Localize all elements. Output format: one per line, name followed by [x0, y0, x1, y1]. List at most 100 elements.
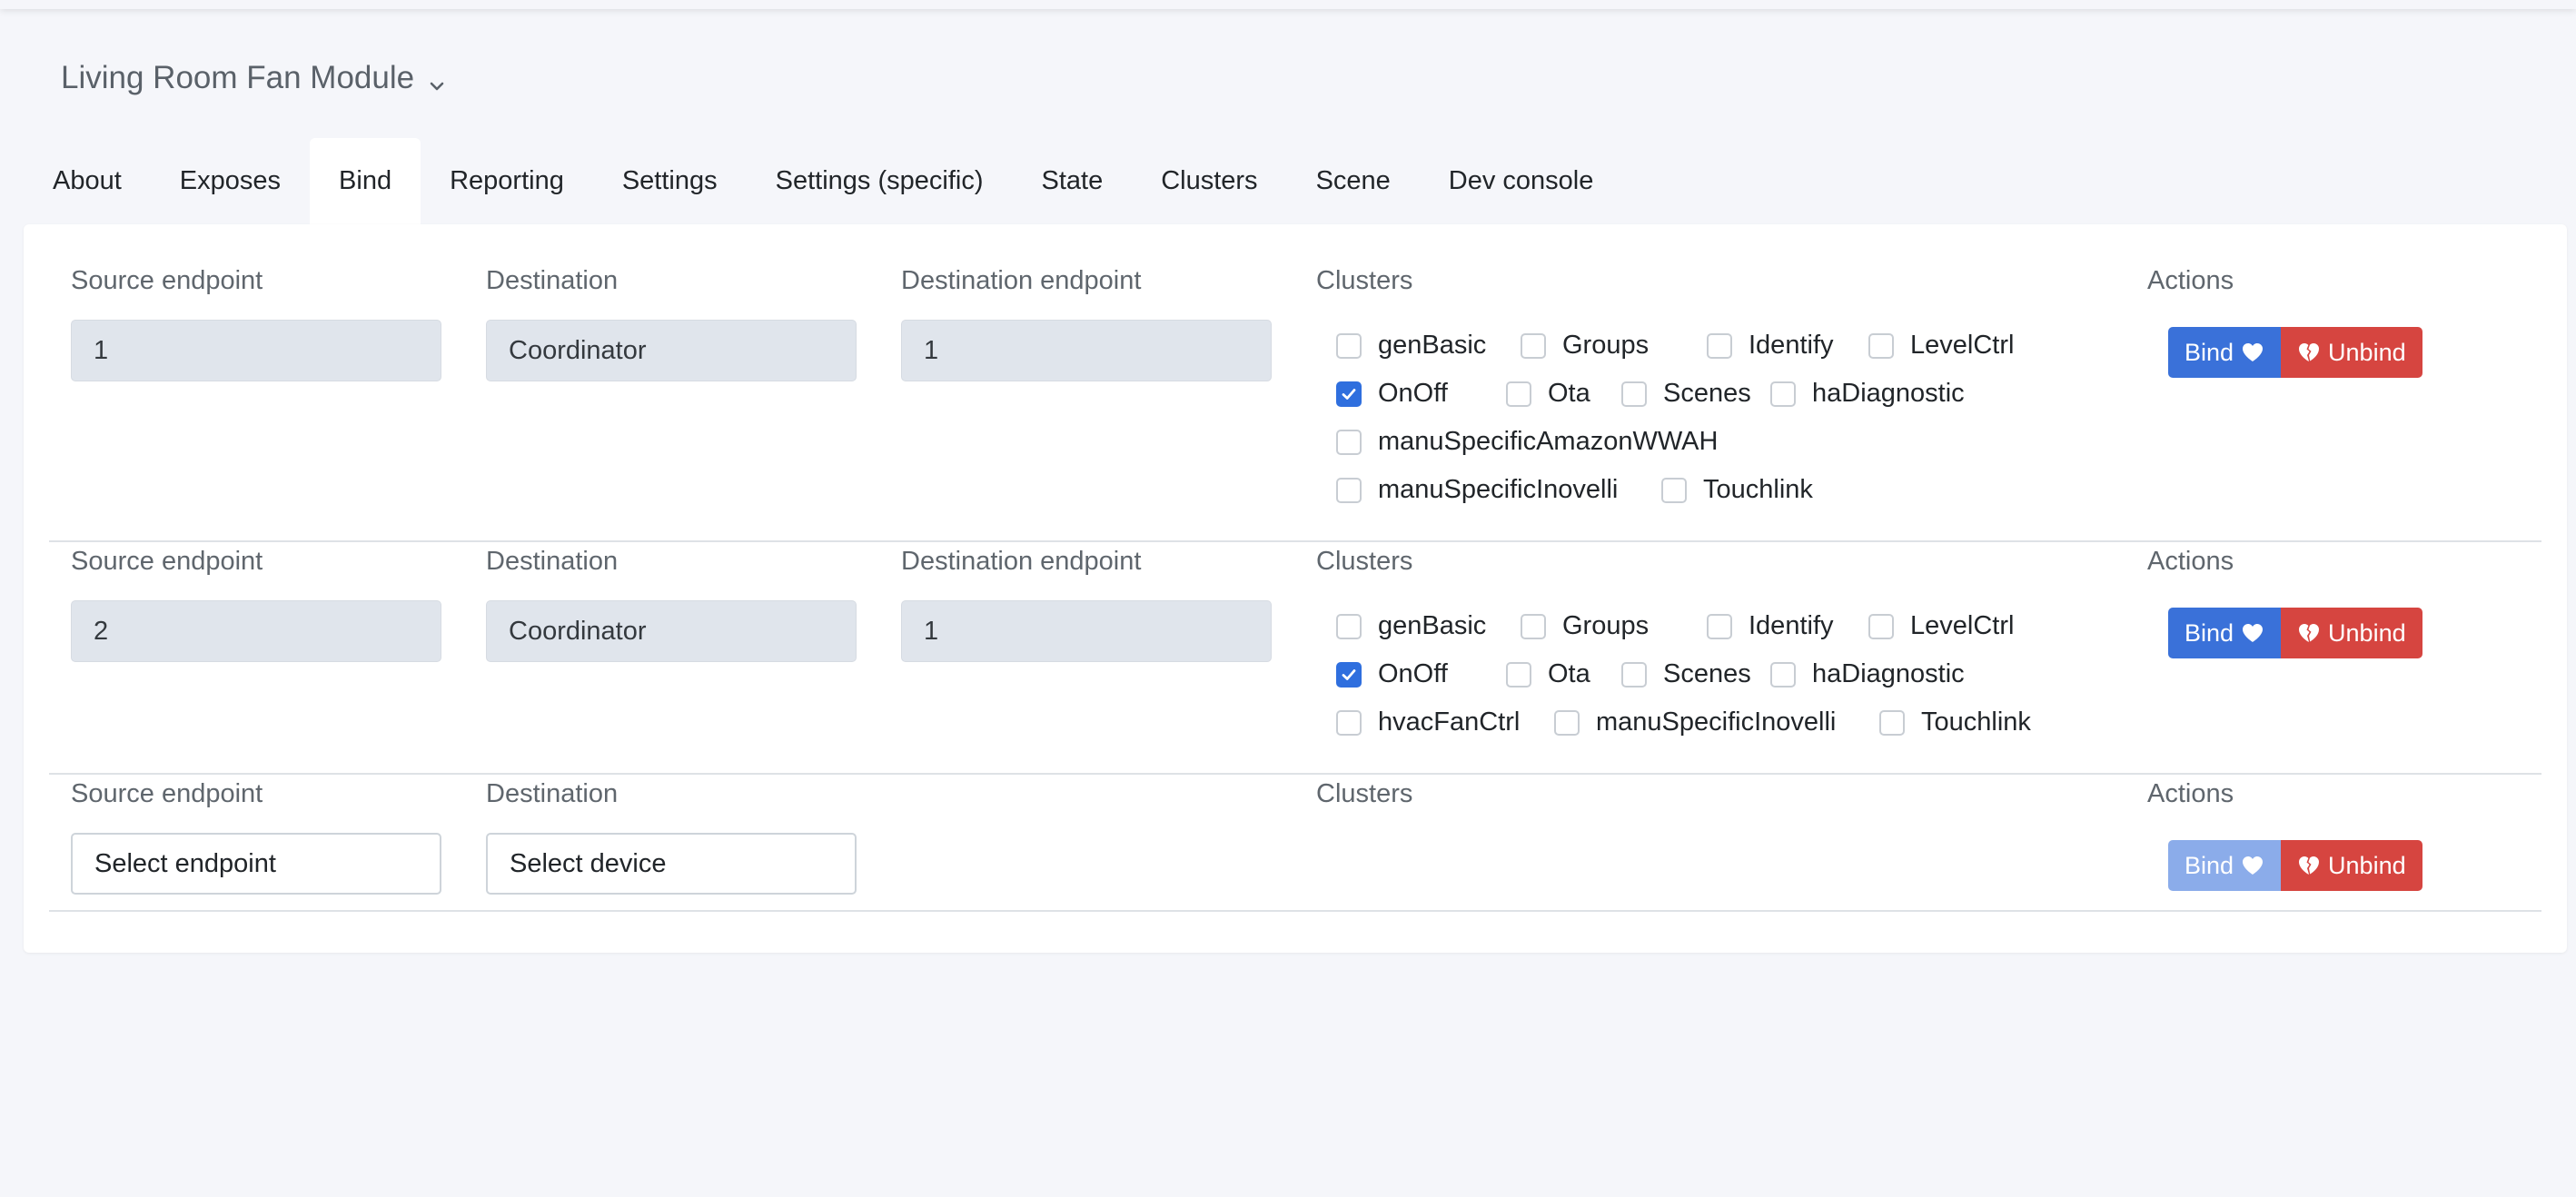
actions-group: Bind Unbind [2168, 608, 2422, 658]
checkbox[interactable] [1661, 477, 1687, 503]
destination-endpoint-label: Destination endpoint [901, 547, 1142, 576]
heart-icon [2243, 624, 2264, 642]
checkbox[interactable] [1506, 661, 1531, 688]
actions-label: Actions [2147, 779, 2234, 808]
device-selector[interactable]: Living Room Fan Module [61, 60, 447, 96]
tab-scene[interactable]: Scene [1287, 138, 1420, 224]
checkbox[interactable] [1868, 613, 1894, 639]
cluster-checkbox-hvacfanctrl[interactable]: hvacFanCtrl [1336, 707, 1520, 737]
cluster-checkbox-levelctrl[interactable]: LevelCtrl [1868, 611, 2014, 641]
checkbox-checked[interactable] [1336, 661, 1362, 688]
check-icon [1342, 388, 1356, 400]
checkbox[interactable] [1868, 332, 1894, 359]
new-bind-row: Source endpoint Destination Clusters Act… [49, 774, 2541, 912]
cluster-checkbox-groups[interactable]: Groups [1521, 331, 1649, 361]
checkbox[interactable] [1554, 709, 1580, 736]
tab-dev-console[interactable]: Dev console [1420, 138, 1623, 224]
checkbox[interactable] [1707, 332, 1732, 359]
chevron-down-icon [427, 68, 447, 91]
source-endpoint-select[interactable]: Select endpoint [71, 833, 441, 895]
cluster-name: LevelCtrl [1910, 611, 2015, 640]
cluster-checkbox-onoff[interactable]: OnOff [1336, 379, 1448, 409]
tab-settings-specific[interactable]: Settings (specific) [747, 138, 1013, 224]
cluster-name: Touchlink [1703, 475, 1813, 504]
tab-state[interactable]: State [1012, 138, 1132, 224]
checkbox[interactable] [1336, 709, 1362, 736]
destination-endpoint-field: 1 [901, 320, 1272, 381]
clusters-label: Clusters [1316, 779, 1413, 808]
cluster-checkbox-touchlink[interactable]: Touchlink [1661, 475, 1813, 505]
checkbox[interactable] [1770, 661, 1796, 688]
cluster-checkbox-identify[interactable]: Identify [1707, 331, 1834, 361]
unbind-button[interactable]: Unbind [2281, 327, 2422, 378]
checkbox[interactable] [1621, 661, 1647, 688]
source-endpoint-label: Source endpoint [71, 547, 263, 576]
cluster-checkbox-groups[interactable]: Groups [1521, 611, 1649, 641]
destination-label: Destination [486, 779, 619, 808]
checkbox[interactable] [1770, 381, 1796, 407]
heart-icon [2243, 343, 2264, 361]
checkbox[interactable] [1707, 613, 1732, 639]
bind-card: Source endpoint Destination Destination … [24, 224, 2567, 953]
cluster-name: Ota [1548, 379, 1590, 408]
destination-label: Destination [486, 266, 619, 295]
bind-button-disabled[interactable]: Bind [2168, 840, 2282, 891]
checkbox[interactable] [1621, 381, 1647, 407]
unbind-label: Unbind [2328, 618, 2406, 647]
cluster-checkbox-hadiagnostic[interactable]: haDiagnostic [1770, 659, 1965, 689]
cluster-checkbox-ota[interactable]: Ota [1506, 379, 1590, 409]
bind-button[interactable]: Bind [2168, 608, 2282, 658]
tab-about[interactable]: About [24, 138, 151, 224]
cluster-name: Touchlink [1921, 707, 2031, 737]
checkbox[interactable] [1521, 332, 1546, 359]
unbind-label: Unbind [2328, 338, 2406, 366]
unbind-button[interactable]: Unbind [2281, 840, 2422, 891]
cluster-checkbox-manuspecificinovelli[interactable]: manuSpecificInovelli [1554, 707, 1836, 737]
cluster-name: manuSpecificAmazonWWAH [1378, 427, 1719, 456]
cluster-checkbox-manuspecificamazonwwah[interactable]: manuSpecificAmazonWWAH [1336, 427, 1718, 457]
tab-reporting[interactable]: Reporting [421, 138, 593, 224]
broken-heart-icon [2299, 624, 2320, 642]
heart-icon [2243, 856, 2264, 875]
cluster-checkbox-touchlink[interactable]: Touchlink [1879, 707, 2031, 737]
actions-group: Bind Unbind [2168, 840, 2422, 891]
cluster-checkbox-hadiagnostic[interactable]: haDiagnostic [1770, 379, 1965, 409]
source-endpoint-field: 2 [71, 600, 441, 662]
cluster-checkbox-identify[interactable]: Identify [1707, 611, 1834, 641]
cluster-checkbox-genbasic[interactable]: genBasic [1336, 331, 1486, 361]
bind-label: Bind [2185, 338, 2234, 366]
cluster-name: Scenes [1663, 379, 1751, 408]
destination-endpoint-field: 1 [901, 600, 1272, 662]
tab-settings[interactable]: Settings [593, 138, 747, 224]
bind-label: Bind [2185, 618, 2234, 647]
tab-clusters[interactable]: Clusters [1132, 138, 1286, 224]
destination-device-select[interactable]: Select device [486, 833, 857, 895]
checkbox[interactable] [1336, 429, 1362, 455]
bind-button[interactable]: Bind [2168, 327, 2282, 378]
tab-exposes[interactable]: Exposes [151, 138, 310, 224]
cluster-checkbox-genbasic[interactable]: genBasic [1336, 611, 1486, 641]
checkbox[interactable] [1506, 381, 1531, 407]
unbind-button[interactable]: Unbind [2281, 608, 2422, 658]
checkbox[interactable] [1879, 709, 1905, 736]
device-title: Living Room Fan Module [61, 60, 415, 95]
cluster-checkbox-ota[interactable]: Ota [1506, 659, 1590, 689]
checkbox-checked[interactable] [1336, 381, 1362, 407]
top-bar [0, 0, 2576, 9]
cluster-name: Ota [1548, 659, 1590, 688]
tab-bind[interactable]: Bind [310, 138, 421, 224]
cluster-name: Scenes [1663, 659, 1751, 688]
unbind-label: Unbind [2328, 851, 2406, 879]
cluster-checkbox-onoff[interactable]: OnOff [1336, 659, 1448, 689]
checkbox[interactable] [1336, 332, 1362, 359]
cluster-checkbox-levelctrl[interactable]: LevelCtrl [1868, 331, 2014, 361]
checkbox[interactable] [1521, 613, 1546, 639]
cluster-name: manuSpecificInovelli [1378, 475, 1619, 504]
cluster-name: haDiagnostic [1812, 659, 1965, 688]
cluster-name: genBasic [1378, 331, 1487, 360]
checkbox[interactable] [1336, 613, 1362, 639]
checkbox[interactable] [1336, 477, 1362, 503]
cluster-checkbox-scenes[interactable]: Scenes [1621, 659, 1751, 689]
cluster-checkbox-manuspecificinovelli[interactable]: manuSpecificInovelli [1336, 475, 1618, 505]
cluster-checkbox-scenes[interactable]: Scenes [1621, 379, 1751, 409]
